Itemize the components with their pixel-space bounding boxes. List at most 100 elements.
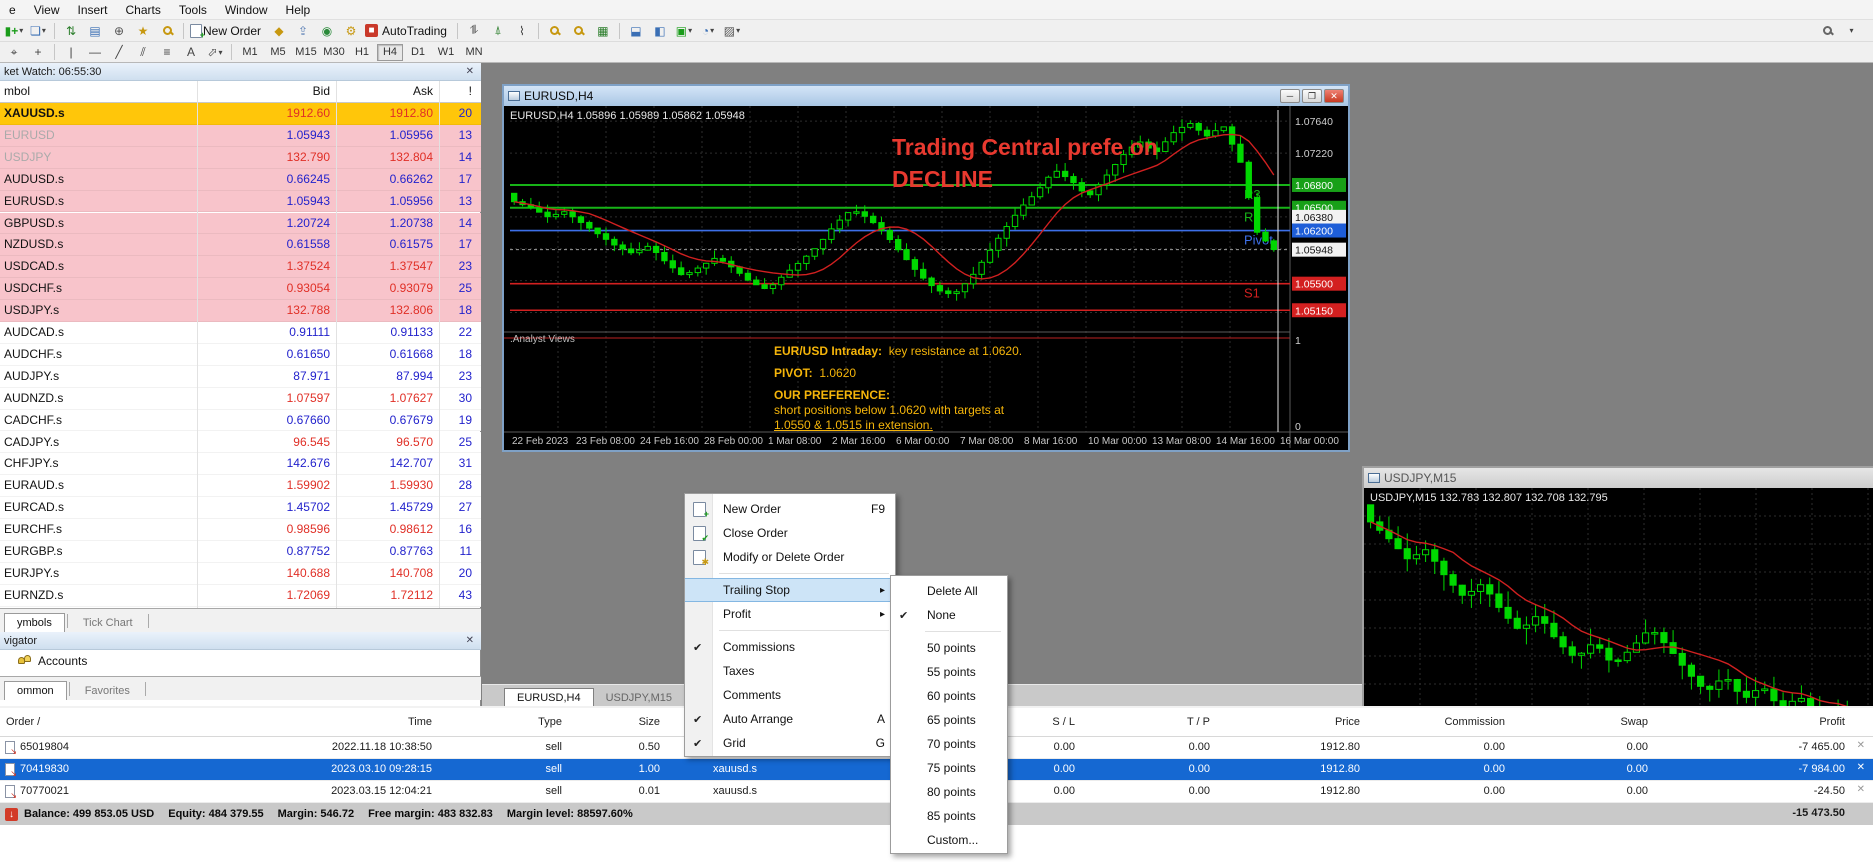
menu-item-window[interactable]: Window [216, 1, 277, 19]
text-button[interactable]: A [180, 43, 202, 61]
column-bid[interactable]: Bid [313, 84, 330, 98]
menu-item-profit[interactable]: Profit▸ [685, 602, 895, 626]
tab-ymbols[interactable]: ymbols [4, 613, 65, 632]
new-order-button[interactable]: + New Order [189, 22, 266, 40]
arrows-button[interactable]: ⬀▾ [204, 43, 226, 61]
close-icon[interactable]: ✕ [463, 635, 477, 646]
column-spread[interactable]: ! [469, 84, 472, 98]
tile-vertical-button[interactable]: ◧ [649, 22, 671, 40]
market-watch-row[interactable]: EURNZD.s1.720691.7211243 [0, 585, 481, 607]
candlestick-button[interactable]: ⍋ [487, 22, 509, 40]
menu-item-80-points[interactable]: 80 points [891, 780, 1007, 804]
zoom-in-button[interactable] [544, 22, 566, 40]
tile-windows-button[interactable]: ▦ [592, 22, 614, 40]
search-button[interactable] [1816, 22, 1838, 40]
menu-item-tools[interactable]: Tools [170, 1, 216, 19]
timeframe-m15[interactable]: M15 [293, 44, 319, 61]
timeframe-d1[interactable]: D1 [405, 44, 431, 61]
menu-item-60-points[interactable]: 60 points [891, 684, 1007, 708]
column-ask[interactable]: Ask [413, 84, 433, 98]
menu-item-75-points[interactable]: 75 points [891, 756, 1007, 780]
menu-item-delete-all[interactable]: Delete All [891, 579, 1007, 603]
tile-horizontal-button[interactable]: ⬓ [625, 22, 647, 40]
usdjpy-window-titlebar[interactable]: USDJPY,M15 [1364, 468, 1873, 488]
menu-item-commissions[interactable]: ✔Commissions [685, 635, 895, 659]
terminal-column-header[interactable]: Size [440, 716, 660, 728]
fibonacci-button[interactable]: ≡ [156, 43, 178, 61]
eurusd-chart-area[interactable]: R3R2PivotS11.076401.072201.068001.065001… [504, 106, 1348, 450]
timeframe-m5[interactable]: M5 [265, 44, 291, 61]
menu-item-help[interactable]: Help [277, 1, 320, 19]
menu-item-modify-or-delete-order[interactable]: ✱Modify or Delete Order [685, 545, 895, 569]
vertical-line-button[interactable]: | [60, 43, 82, 61]
menu-item-70-points[interactable]: 70 points [891, 732, 1007, 756]
market-watch-toggle[interactable]: ⇅ [60, 22, 82, 40]
channel-button[interactable]: ⫽ [132, 43, 154, 61]
close-order-icon[interactable]: ✕ [1857, 762, 1865, 773]
navigator-item-accounts[interactable]: Accounts [18, 654, 87, 668]
menu-item-none[interactable]: ✔None [891, 603, 1007, 627]
market-watch-row[interactable]: EURCHF.s0.985960.9861216 [0, 519, 481, 541]
toolbar-overflow-button[interactable]: ▾ [1840, 22, 1862, 40]
market-watch-titlebar[interactable]: ket Watch: 06:55:30 ✕ [0, 63, 481, 81]
terminal-column-header[interactable]: Order / [6, 716, 40, 728]
timeframe-h4[interactable]: H4 [377, 44, 403, 61]
menu-item-charts[interactable]: Charts [117, 1, 170, 19]
zoom-out-button[interactable] [568, 22, 590, 40]
menu-item-trailing-stop[interactable]: Trailing Stop▸ [685, 578, 895, 602]
close-button[interactable]: ✕ [1324, 89, 1344, 103]
close-order-icon[interactable]: ✕ [1857, 784, 1865, 795]
publish-button[interactable]: ⇪ [292, 22, 314, 40]
trendline-button[interactable]: ╱ [108, 43, 130, 61]
menu-item-85-points[interactable]: 85 points [891, 804, 1007, 828]
column-symbol[interactable]: mbol [4, 84, 30, 98]
market-watch-row[interactable]: AUDJPY.s87.97187.99423 [0, 366, 481, 388]
close-order-icon[interactable]: ✕ [1857, 740, 1865, 751]
timeframe-h1[interactable]: H1 [349, 44, 375, 61]
menu-item-grid[interactable]: ✔GridG [685, 731, 895, 755]
menu-item-55-points[interactable]: 55 points [891, 660, 1007, 684]
menu-item-insert[interactable]: Insert [68, 1, 116, 19]
timeframe-m30[interactable]: M30 [321, 44, 347, 61]
close-icon[interactable]: ✕ [463, 66, 477, 77]
market-watch-row[interactable]: EURUSD.s1.059431.0595613 [0, 191, 481, 213]
market-watch-row[interactable]: CADJPY.s96.54596.57025 [0, 432, 481, 454]
expert-advisors-button[interactable]: ⚙ [340, 22, 362, 40]
menu-item-e[interactable]: e [0, 1, 25, 19]
minimize-button[interactable]: ─ [1280, 89, 1300, 103]
terminal-column-header[interactable]: Profit [1625, 716, 1845, 728]
bar-chart-button[interactable]: ⥮ [463, 22, 485, 40]
restore-button[interactable]: ❐ [1302, 89, 1322, 103]
market-watch-row[interactable]: CADCHF.s0.676600.6767919 [0, 410, 481, 432]
timeframe-w1[interactable]: W1 [433, 44, 459, 61]
market-watch-row[interactable]: USDCAD.s1.375241.3754723 [0, 256, 481, 278]
crosshair-button[interactable]: + [27, 43, 49, 61]
profiles-button[interactable]: ❏▾ [27, 22, 49, 40]
market-watch-row[interactable]: EURGBP.s0.877520.8776311 [0, 541, 481, 563]
indicators-button[interactable]: ▣▾ [673, 22, 695, 40]
eurusd-window-titlebar[interactable]: EURUSD,H4 ─ ❐ ✕ [504, 86, 1348, 106]
market-watch-row[interactable]: EURUSD1.059431.0595613 [0, 125, 481, 147]
timeframe-mn[interactable]: MN [461, 44, 487, 61]
autotrading-button[interactable]: ■ AutoTrading [364, 22, 452, 40]
new-chart-button[interactable]: ▮+▾ [3, 22, 25, 40]
menu-item-view[interactable]: View [25, 1, 69, 19]
market-watch-row[interactable]: USDCHF.s0.930540.9307925 [0, 278, 481, 300]
market-watch-row[interactable]: USDJPY.s132.788132.80618 [0, 300, 481, 322]
market-watch-row[interactable]: EURJPY.s140.688140.70820 [0, 563, 481, 585]
menu-item-taxes[interactable]: Taxes [685, 659, 895, 683]
chart-tab-usdjpy-m15[interactable]: USDJPY,M15 [594, 689, 684, 706]
market-watch-row[interactable]: AUDUSD.s0.662450.6626217 [0, 169, 481, 191]
market-watch-row[interactable]: GBPUSD.s1.207241.2073814 [0, 213, 481, 235]
market-watch-row[interactable]: NZDUSD.s0.615580.6157517 [0, 234, 481, 256]
market-watch-row[interactable]: EURCAD.s1.457021.4572927 [0, 497, 481, 519]
templates-button[interactable]: ★ [132, 22, 154, 40]
menu-item-auto-arrange[interactable]: ✔Auto ArrangeA [685, 707, 895, 731]
navigator-toggle[interactable]: ⊕ [108, 22, 130, 40]
menu-item-custom-[interactable]: Custom... [891, 828, 1007, 852]
market-watch-row[interactable]: XAUUSD.s1912.601912.8020 [0, 103, 481, 125]
navigator-titlebar[interactable]: vigator ✕ [0, 632, 481, 650]
market-watch-row[interactable]: AUDCHF.s0.616500.6166818 [0, 344, 481, 366]
chart-tab-eurusd-h4[interactable]: EURUSD,H4 [504, 688, 594, 706]
tab-favorites[interactable]: Favorites [72, 681, 143, 700]
